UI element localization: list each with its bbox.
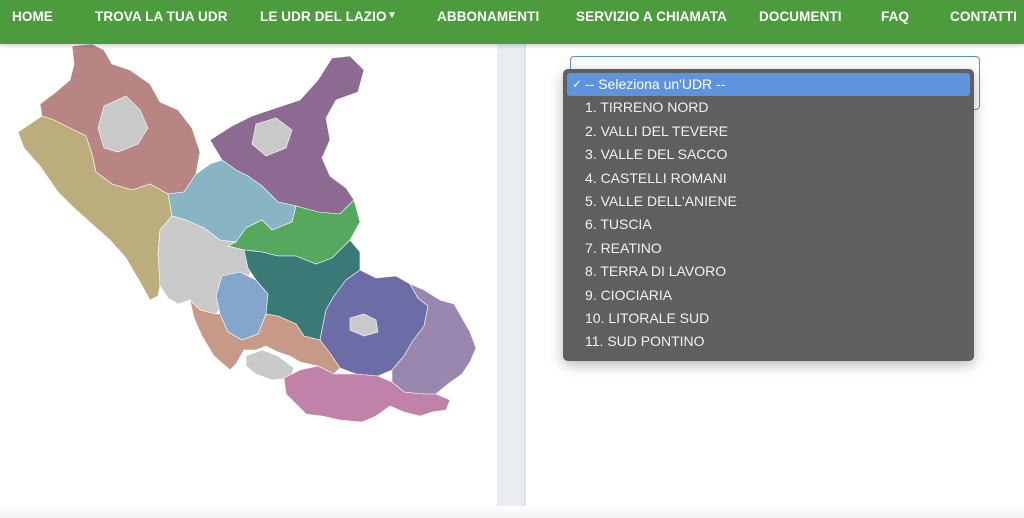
udr-option[interactable]: 2. VALLI DEL TEVERE xyxy=(563,120,974,143)
option-label: 11. SUD PONTINO xyxy=(585,333,705,350)
udr-option[interactable]: 7. REATINO xyxy=(563,237,974,260)
udr-option[interactable]: 4. CASTELLI ROMANI xyxy=(563,167,974,190)
option-label: 7. REATINO xyxy=(585,239,662,256)
option-label: 5. VALLE DELL'ANIENE xyxy=(585,192,737,209)
udr-option[interactable]: 5. VALLE DELL'ANIENE xyxy=(563,190,974,213)
udr-option-placeholder[interactable]: ✓ -- Seleziona un'UDR -- xyxy=(567,73,970,97)
option-label: 3. VALLE DEL SACCO xyxy=(585,146,728,163)
option-label: 8. TERRA DI LAVORO xyxy=(585,263,727,280)
udr-option[interactable]: 10. LITORALE SUD xyxy=(563,307,974,330)
option-label: 6. TUSCIA xyxy=(585,216,652,233)
map-panel xyxy=(0,44,497,518)
udr-option[interactable]: 9. CIOCIARIA xyxy=(563,284,974,307)
nav-faq[interactable]: FAQ xyxy=(881,0,909,34)
udr-option[interactable]: 6. TUSCIA xyxy=(563,213,974,236)
option-label: 9. CIOCIARIA xyxy=(585,286,673,303)
nav-udr-lazio[interactable]: LE UDR DEL LAZIO xyxy=(260,0,387,34)
nav-documenti[interactable]: DOCUMENTI xyxy=(759,0,842,34)
udr-option[interactable]: 3. VALLE DEL SACCO xyxy=(563,143,974,166)
nav-trova-udr[interactable]: TROVA LA TUA UDR xyxy=(95,0,228,34)
lazio-map xyxy=(17,44,477,423)
chevron-down-icon[interactable]: ▼ xyxy=(387,0,397,32)
option-label: 4. CASTELLI ROMANI xyxy=(585,169,727,186)
option-label: 2. VALLI DEL TEVERE xyxy=(585,122,728,139)
udr-option[interactable]: 11. SUD PONTINO xyxy=(563,330,974,353)
option-label: 1. TIRRENO NORD xyxy=(585,99,709,116)
option-label: -- Seleziona un'UDR -- xyxy=(585,76,726,92)
nav-abbonamenti[interactable]: ABBONAMENTI xyxy=(437,0,539,34)
udr-option[interactable]: 1. TIRRENO NORD xyxy=(563,96,974,119)
nav-home[interactable]: HOME xyxy=(12,0,53,34)
nav-contatti[interactable]: CONTATTI xyxy=(950,0,1017,34)
udr-dropdown-list: ✓ -- Seleziona un'UDR -- 1. TIRRENO NORD… xyxy=(563,69,974,361)
bottom-shade xyxy=(0,506,1024,518)
panel-divider xyxy=(497,44,525,518)
option-label: 10. LITORALE SUD xyxy=(585,309,710,326)
udr-option[interactable]: 8. TERRA DI LAVORO xyxy=(563,260,974,283)
check-icon: ✓ xyxy=(572,77,583,91)
nav-servizio-chiamata[interactable]: SERVIZIO A CHIAMATA xyxy=(576,0,727,34)
main-navbar: HOME TROVA LA TUA UDR LE UDR DEL LAZIO ▼… xyxy=(0,0,1024,44)
